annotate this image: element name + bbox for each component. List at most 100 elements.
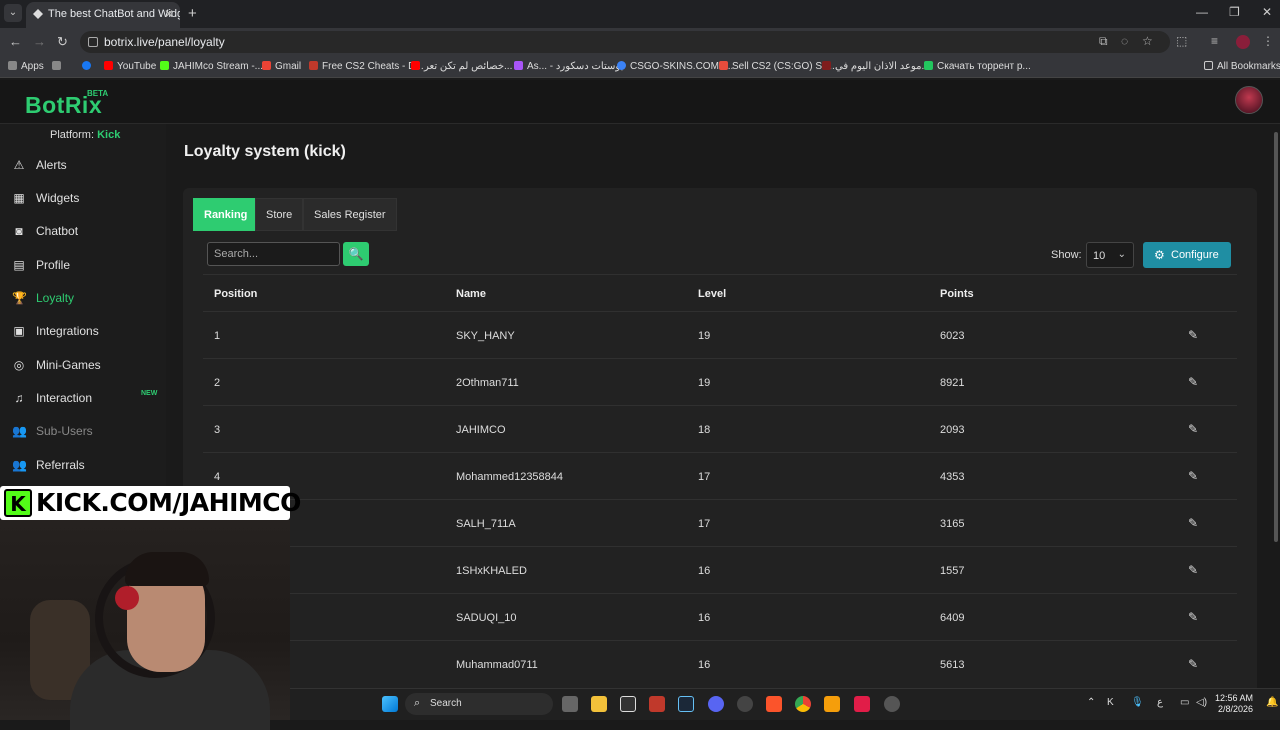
column-header-points[interactable]: Points bbox=[940, 288, 974, 300]
bookmark-youtube-video[interactable]: خصائص لم تكن تعر... bbox=[411, 61, 512, 72]
row-level: 16 bbox=[698, 565, 711, 577]
kick-tray-icon[interactable]: K bbox=[1107, 697, 1114, 708]
close-window-icon[interactable]: ✕ bbox=[1262, 5, 1272, 19]
search-button[interactable]: 🔍 bbox=[343, 242, 369, 266]
tab-sales-register[interactable]: Sales Register bbox=[303, 198, 397, 231]
obs-icon[interactable] bbox=[737, 696, 753, 712]
bookmark-csgo-skins[interactable]: CSGO-SKINS.COM -... bbox=[617, 61, 733, 72]
sidebar-item-referrals[interactable]: 👥 Referrals bbox=[12, 458, 85, 480]
language-indicator[interactable]: ع bbox=[1157, 697, 1163, 708]
browser-profile-avatar[interactable] bbox=[1236, 35, 1250, 49]
all-bookmarks[interactable]: All Bookmarks bbox=[1204, 61, 1280, 72]
edit-pencil-icon[interactable]: ✎ bbox=[1188, 563, 1198, 577]
bookmark-star-icon[interactable]: ☆ bbox=[1142, 34, 1153, 48]
file-explorer-icon[interactable] bbox=[591, 696, 607, 712]
edit-pencil-icon[interactable]: ✎ bbox=[1188, 516, 1198, 530]
aimp-icon[interactable] bbox=[824, 696, 840, 712]
sidebar-item-loyalty[interactable]: 🏆 Loyalty bbox=[12, 291, 74, 313]
edit-pencil-icon[interactable]: ✎ bbox=[1188, 328, 1198, 342]
task-view-icon[interactable] bbox=[562, 696, 578, 712]
tab-ranking[interactable]: Ranking bbox=[193, 198, 259, 231]
translate-icon[interactable]: ⧉ bbox=[1099, 34, 1108, 49]
discord-icon[interactable] bbox=[708, 696, 724, 712]
platform-value: Kick bbox=[97, 129, 121, 141]
g-hub-icon[interactable] bbox=[620, 696, 636, 712]
edit-pencil-icon[interactable]: ✎ bbox=[1188, 657, 1198, 671]
column-header-position[interactable]: Position bbox=[214, 288, 257, 300]
table-row: 3 JAHIMCO 18 2093 ✎ bbox=[203, 405, 1237, 452]
bookmark-sell-cs2[interactable]: Sell CS2 (CS:GO) Ski... bbox=[719, 61, 838, 72]
browser-tab[interactable]: The best ChatBot and Widgets ✕ bbox=[26, 2, 180, 28]
scrollbar-thumb[interactable] bbox=[1274, 132, 1278, 542]
user-avatar[interactable] bbox=[1235, 86, 1263, 114]
network-icon[interactable]: ▭ bbox=[1180, 697, 1189, 708]
tray-chevron-up-icon[interactable]: ⌃ bbox=[1087, 697, 1095, 708]
back-icon[interactable]: ← bbox=[9, 34, 22, 49]
tab-list-button[interactable]: ⌄ bbox=[4, 4, 22, 22]
chrome-icon[interactable] bbox=[795, 696, 811, 712]
sidebar-item-profile[interactable]: ▤ Profile bbox=[12, 258, 70, 280]
steam-icon[interactable] bbox=[678, 696, 694, 712]
microphone-icon[interactable]: 🎙 bbox=[1131, 697, 1144, 708]
sidebar-item-sub-users[interactable]: 👥 Sub-Users bbox=[12, 424, 93, 446]
search-input[interactable] bbox=[207, 242, 340, 266]
sidebar-item-chatbot[interactable]: ◙ Chatbot bbox=[12, 224, 78, 246]
taskbar-clock[interactable]: 12:56 AM 2/8/2026 bbox=[1215, 693, 1253, 715]
bookmark-torrent[interactable]: Скачать торрент р... bbox=[924, 61, 1031, 72]
browser-tab-strip: ⌄ The best ChatBot and Widgets ✕ + — ❐ ✕ bbox=[0, 0, 1280, 28]
streamlabs-icon[interactable] bbox=[854, 696, 870, 712]
tab-store[interactable]: Store bbox=[255, 198, 304, 231]
bookmark-apps[interactable]: Apps bbox=[8, 61, 44, 72]
bookmark-prayer-times[interactable]: موعد الاذان اليوم في... bbox=[822, 61, 930, 72]
row-level: 17 bbox=[698, 471, 711, 483]
eye-off-icon[interactable]: ◌ bbox=[1121, 34, 1128, 48]
valorant-icon[interactable] bbox=[649, 696, 665, 712]
sidebar-item-alerts[interactable]: ⚠ Alerts bbox=[12, 158, 67, 180]
bookmark-gmail[interactable]: Gmail bbox=[262, 61, 301, 72]
page-size-select[interactable]: 10 ⌄ bbox=[1086, 242, 1134, 268]
media-controls-icon[interactable]: ≡ bbox=[1211, 34, 1218, 48]
bookmark-grid[interactable] bbox=[52, 61, 65, 72]
edit-pencil-icon[interactable]: ✎ bbox=[1188, 375, 1198, 389]
sidebar-item-mini-games[interactable]: ◎ Mini-Games bbox=[12, 358, 101, 380]
column-header-name[interactable]: Name bbox=[456, 288, 486, 300]
new-tab-icon[interactable]: + bbox=[188, 5, 197, 22]
webcam-person-hair bbox=[125, 552, 209, 586]
row-points: 8921 bbox=[940, 377, 965, 389]
bookmark-youtube[interactable]: YouTube bbox=[104, 61, 156, 72]
settings-gear-icon[interactable] bbox=[884, 696, 900, 712]
site-info-icon[interactable] bbox=[88, 37, 98, 47]
row-points: 6023 bbox=[940, 330, 965, 342]
taskbar-search[interactable]: ⌕ Search bbox=[405, 693, 553, 715]
row-level: 16 bbox=[698, 612, 711, 624]
configure-button[interactable]: ⚙ Configure bbox=[1143, 242, 1231, 268]
table-header-divider bbox=[203, 274, 1237, 275]
close-tab-icon[interactable]: ✕ bbox=[164, 7, 174, 21]
brave-browser-icon[interactable] bbox=[766, 696, 782, 712]
windows-start-icon[interactable] bbox=[382, 696, 398, 712]
url-field[interactable]: botrix.live/panel/loyalty bbox=[80, 31, 1170, 53]
bookmark-cs2-cheats[interactable]: Free CS2 Cheats - D... bbox=[309, 61, 424, 72]
notification-bell-icon[interactable]: 🔔 bbox=[1266, 697, 1278, 708]
bookmark-facebook[interactable] bbox=[82, 61, 95, 72]
forward-icon[interactable]: → bbox=[33, 34, 46, 49]
minimize-icon[interactable]: — bbox=[1196, 5, 1208, 19]
column-header-level[interactable]: Level bbox=[698, 288, 726, 300]
sidebar-item-widgets[interactable]: ▦ Widgets bbox=[12, 191, 79, 213]
clock-date: 2/8/2026 bbox=[1217, 704, 1254, 714]
bookmark-kick[interactable]: JAHIMco Stream -... bbox=[160, 61, 263, 72]
edit-pencil-icon[interactable]: ✎ bbox=[1188, 469, 1198, 483]
reload-icon[interactable]: ↻ bbox=[57, 34, 68, 50]
row-name: JAHIMCO bbox=[456, 424, 506, 436]
edit-pencil-icon[interactable]: ✎ bbox=[1188, 422, 1198, 436]
edit-pencil-icon[interactable]: ✎ bbox=[1188, 610, 1198, 624]
extensions-icon[interactable]: ⬚ bbox=[1176, 34, 1187, 48]
bookmark-discord-posts[interactable]: As... - بوستات دسكورد bbox=[514, 61, 623, 72]
menu-dots-icon[interactable]: ⋮ bbox=[1262, 34, 1274, 48]
sidebar-item-integrations[interactable]: ▣ Integrations bbox=[12, 324, 98, 346]
maximize-icon[interactable]: ❐ bbox=[1229, 5, 1240, 19]
row-level: 19 bbox=[698, 330, 711, 342]
row-name: SADUQI_10 bbox=[456, 612, 517, 624]
volume-icon[interactable]: ◁) bbox=[1196, 697, 1207, 708]
sidebar-item-interaction[interactable]: ♫ Interaction bbox=[12, 391, 93, 413]
